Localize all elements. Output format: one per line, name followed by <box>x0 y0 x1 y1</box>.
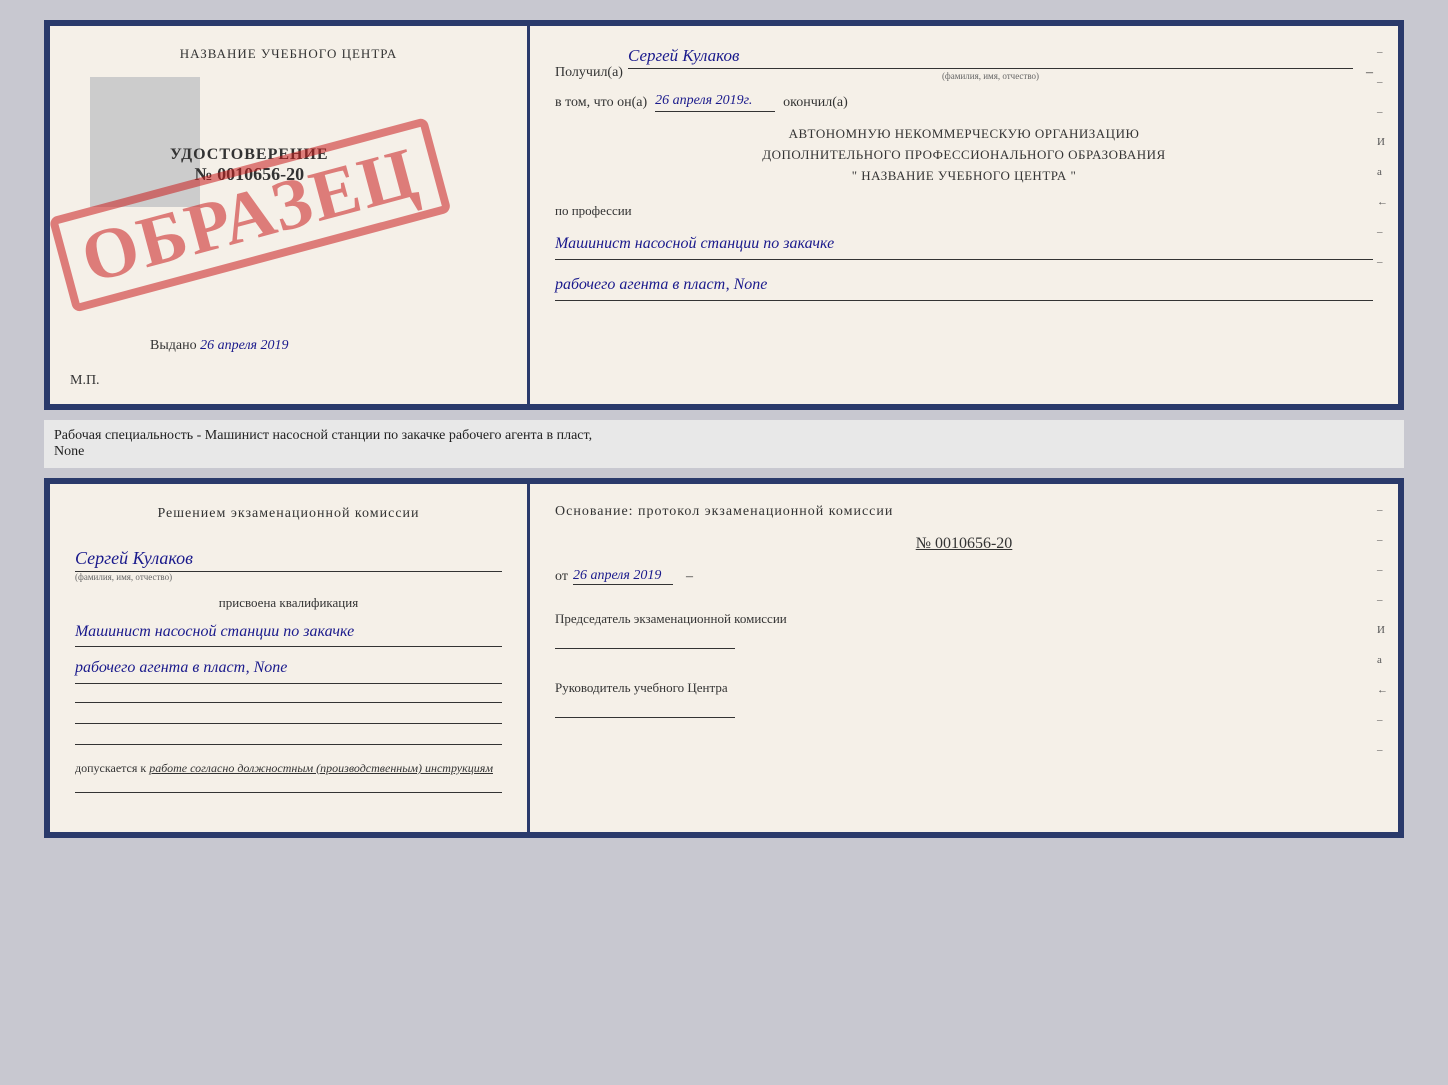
qualification-label: присвоена квалификация <box>75 595 502 611</box>
org-block: АВТОНОМНУЮ НЕКОММЕРЧЕСКУЮ ОРГАНИЗАЦИЮ ДО… <box>555 124 1373 186</box>
vydano-text: Выдано 26 апреля 2019 <box>150 338 289 354</box>
commission-title: Решением экзаменационной комиссии <box>75 504 502 524</box>
chairman-sign-line <box>555 648 735 649</box>
bottom-document: Решением экзаменационной комиссии Сергей… <box>44 478 1404 838</box>
middle-text: Рабочая специальность - Машинист насосно… <box>44 420 1404 468</box>
допускается-text: допускается к работе согласно должностны… <box>75 761 502 776</box>
person-subtitle-bottom: (фамилия, имя, отчество) <box>75 572 502 582</box>
recipient-subtitle: (фамилия, имя, отчество) <box>628 71 1353 81</box>
blank-line-3 <box>75 744 502 745</box>
photo-placeholder <box>90 77 200 207</box>
profession-label: по профессии <box>555 203 1373 219</box>
blank-lines <box>75 702 502 745</box>
udostoverenie-block: УДОСТОВЕРЕНИЕ № 0010656-20 <box>170 146 329 185</box>
recipient-dash: – <box>1366 65 1373 81</box>
org-line1: АВТОНОМНУЮ НЕКОММЕРЧЕСКУЮ ОРГАНИЗАЦИЮ <box>555 124 1373 145</box>
date-value: 26 апреля 2019г. <box>655 93 775 112</box>
middle-line2: None <box>54 444 1394 460</box>
blank-line-bottom <box>75 792 502 793</box>
udostoverenie-num: № 0010656-20 <box>170 164 329 185</box>
chairman-block: Председатель экзаменационной комиссии <box>555 610 1373 649</box>
right-side-marks: – – – И а ← – – <box>1377 46 1388 268</box>
middle-line1: Рабочая специальность - Машинист насосно… <box>54 428 1394 444</box>
profession-line2: рабочего агента в пласт, None <box>555 272 1373 301</box>
osnov-title: Основание: протокол экзаменационной коми… <box>555 504 1373 520</box>
udostoverenie-title: УДОСТОВЕРЕНИЕ <box>170 146 329 164</box>
right-side-marks-bottom: – – – – И а ← – – <box>1377 504 1388 756</box>
recipient-line: Получил(а) Сергей Кулаков (фамилия, имя,… <box>555 46 1373 81</box>
date-prefix: в том, что он(а) <box>555 95 647 111</box>
допускается-prefix: допускается к <box>75 761 146 775</box>
top-document: НАЗВАНИЕ УЧЕБНОГО ЦЕНТРА УДОСТОВЕРЕНИЕ №… <box>44 20 1404 410</box>
bottom-right-panel: Основание: протокол экзаменационной коми… <box>530 484 1398 832</box>
vydano-date: 26 апреля 2019 <box>200 338 288 353</box>
допускается-value: работе согласно должностным (производств… <box>149 761 493 775</box>
org-line2: ДОПОЛНИТЕЛЬНОГО ПРОФЕССИОНАЛЬНОГО ОБРАЗО… <box>555 145 1373 166</box>
vydano-label: Выдано <box>150 338 197 353</box>
top-left-panel: НАЗВАНИЕ УЧЕБНОГО ЦЕНТРА УДОСТОВЕРЕНИЕ №… <box>50 26 530 404</box>
head-block: Руководитель учебного Центра <box>555 679 1373 718</box>
protocol-date-prefix: от <box>555 569 568 585</box>
qualification-line2: рабочего агента в пласт, None <box>75 655 502 684</box>
person-name-bottom: Сергей Кулаков <box>75 548 502 572</box>
protocol-date-val: 26 апреля 2019 <box>573 568 673 585</box>
bottom-left-panel: Решением экзаменационной комиссии Сергей… <box>50 484 530 832</box>
org-line3: " НАЗВАНИЕ УЧЕБНОГО ЦЕНТРА " <box>555 166 1373 187</box>
date-line: в том, что он(а) 26 апреля 2019г. окончи… <box>555 93 1373 112</box>
profession-line1: Машинист насосной станции по закачке <box>555 231 1373 260</box>
chairman-title: Председатель экзаменационной комиссии <box>555 610 1373 628</box>
recipient-label: Получил(а) <box>555 65 623 81</box>
recipient-name: Сергей Кулаков <box>628 46 1353 69</box>
head-title: Руководитель учебного Центра <box>555 679 1373 697</box>
top-right-panel: Получил(а) Сергей Кулаков (фамилия, имя,… <box>530 26 1398 404</box>
head-sign-line <box>555 717 735 718</box>
qualification-line1: Машинист насосной станции по закачке <box>75 619 502 648</box>
blank-line-2 <box>75 723 502 724</box>
blank-line-1 <box>75 702 502 703</box>
mp-label: М.П. <box>70 373 100 389</box>
school-name-top: НАЗВАНИЕ УЧЕБНОГО ЦЕНТРА <box>180 46 397 62</box>
protocol-date: от 26 апреля 2019 – <box>555 568 1373 585</box>
protocol-num: № 0010656-20 <box>555 535 1373 553</box>
okончил-label: окончил(а) <box>783 95 848 111</box>
